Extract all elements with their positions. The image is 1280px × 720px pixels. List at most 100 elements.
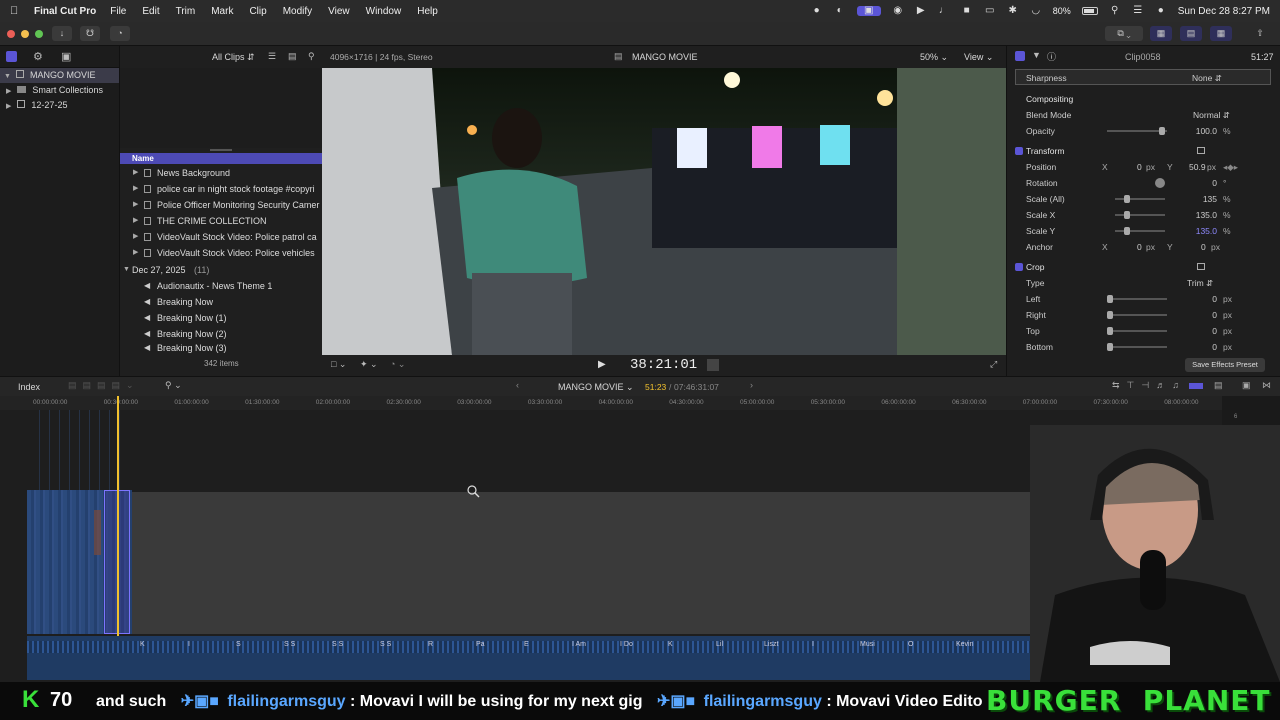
view-dropdown[interactable]: View ⌄ bbox=[964, 52, 993, 63]
scale-x-knob[interactable] bbox=[1124, 211, 1130, 219]
show-browser-button[interactable]: ▦ bbox=[1150, 26, 1172, 41]
timeline-tools-icons[interactable]: ⇆⊤⊣♬♫ bbox=[1112, 380, 1186, 391]
battery-icon[interactable] bbox=[1081, 7, 1098, 15]
libraries-icon[interactable] bbox=[6, 51, 17, 62]
blend-mode-dropdown[interactable]: Normal ⇵ bbox=[1193, 107, 1230, 123]
scale-y-value[interactable]: 135.0 bbox=[1196, 223, 1217, 239]
crop-checkbox[interactable] bbox=[1015, 263, 1023, 271]
menu-modify[interactable]: Modify bbox=[283, 6, 312, 17]
project-dropdown[interactable]: MANGO MOVIE ⌄ bbox=[558, 382, 634, 393]
display-icon[interactable]: ▭ bbox=[984, 6, 996, 16]
apple-menu-icon[interactable]:  bbox=[10, 5, 24, 17]
index-button[interactable]: Index bbox=[18, 382, 40, 392]
video-icon[interactable]: ■ bbox=[961, 6, 973, 16]
scale-x-value[interactable]: 135.0 bbox=[1196, 207, 1217, 223]
speed-tool-icon[interactable]: ◔ ⌄ bbox=[390, 359, 405, 370]
transform-tool-icon[interactable]: □ ⌄ bbox=[331, 359, 346, 370]
scale-x-slider[interactable] bbox=[1115, 214, 1165, 216]
sidebar-item-mango-movie[interactable]: ▼ MANGO MOVIE bbox=[0, 68, 119, 83]
scale-all-knob[interactable] bbox=[1124, 195, 1130, 203]
anchor-y-value[interactable]: 0 bbox=[1201, 239, 1206, 255]
zoom-dropdown[interactable]: 50% ⌄ bbox=[920, 52, 948, 63]
menu-help[interactable]: Help bbox=[417, 6, 438, 17]
keywords-button[interactable]: ☋ bbox=[80, 26, 100, 41]
crop-right-slider[interactable] bbox=[1107, 314, 1167, 316]
disclosure-closed-icon[interactable]: ▶ bbox=[133, 213, 138, 229]
save-effects-preset-button[interactable]: Save Effects Preset bbox=[1185, 358, 1265, 372]
list-item[interactable]: ◀ Audionautix - News Theme 1 bbox=[120, 278, 323, 294]
filter-inspector-icon[interactable]: ▼ bbox=[1032, 50, 1041, 60]
list-item[interactable]: ◀ Breaking Now (3) bbox=[120, 342, 323, 354]
scale-all-value[interactable]: 135 bbox=[1203, 191, 1217, 207]
volume-icon[interactable]: ♩ bbox=[938, 6, 950, 16]
disclosure-closed-icon[interactable]: ▶ bbox=[6, 88, 11, 95]
info-inspector-icon[interactable]: ⓘ bbox=[1047, 50, 1056, 63]
rotation-value[interactable]: 0 bbox=[1212, 175, 1217, 191]
crop-left-knob[interactable] bbox=[1107, 295, 1113, 303]
sidebar-item-event[interactable]: ▶ 12-27-25 bbox=[0, 98, 119, 113]
crop-bottom-knob[interactable] bbox=[1107, 343, 1113, 351]
anchor-x-value[interactable]: 0 bbox=[1137, 239, 1142, 255]
photos-audio-icon[interactable]: ⚙ bbox=[33, 50, 43, 63]
clip-appearance-icon[interactable]: ☰ bbox=[268, 51, 276, 62]
show-inspector-button[interactable]: ▦ bbox=[1210, 26, 1232, 41]
fullscreen-icon[interactable]: ⤢ bbox=[990, 359, 997, 370]
list-item[interactable]: ◀ Breaking Now (1) bbox=[120, 310, 323, 326]
compositing-section[interactable]: Compositing bbox=[1007, 91, 1280, 107]
sidebar-item-smart-collections[interactable]: ▶ Smart Collections bbox=[0, 83, 119, 98]
list-item[interactable]: ▶ News Background bbox=[120, 165, 323, 181]
bluetooth-icon[interactable]: ✱ bbox=[1007, 6, 1019, 16]
crop-left-slider[interactable] bbox=[1107, 298, 1167, 300]
crop-right-value[interactable]: 0 bbox=[1212, 307, 1217, 323]
effects-tool-icon[interactable]: ✦ ⌄ bbox=[360, 359, 378, 370]
background-tasks-button[interactable]: ◔ bbox=[110, 26, 130, 41]
zoom-tool-icon[interactable]: ⚲ ⌄ bbox=[165, 380, 182, 391]
list-item[interactable]: ◀ Breaking Now (2) bbox=[120, 326, 323, 342]
minimize-window-button[interactable] bbox=[21, 30, 29, 38]
sharpness-dropdown[interactable]: None ⇵ bbox=[1192, 70, 1222, 86]
status-sync-icon[interactable]: ◐ bbox=[834, 6, 846, 16]
crop-type-dropdown[interactable]: Trim ⇵ bbox=[1187, 275, 1213, 291]
menu-clip[interactable]: Clip bbox=[249, 6, 266, 17]
import-button[interactable]: ↓ bbox=[52, 26, 72, 41]
crop-left-value[interactable]: 0 bbox=[1212, 291, 1217, 307]
crop-top-knob[interactable] bbox=[1107, 327, 1113, 335]
history-back-icon[interactable]: ‹ bbox=[516, 380, 519, 390]
opacity-slider[interactable] bbox=[1107, 130, 1167, 132]
scale-y-slider[interactable] bbox=[1115, 230, 1165, 232]
crop-right-knob[interactable] bbox=[1107, 311, 1113, 319]
clip-appearance-button[interactable] bbox=[1189, 383, 1203, 389]
zoom-window-button[interactable] bbox=[35, 30, 43, 38]
menu-mark[interactable]: Mark bbox=[211, 6, 233, 17]
list-item[interactable]: ▶ THE CRIME COLLECTION bbox=[120, 213, 323, 229]
user-icon[interactable]: ● bbox=[1155, 6, 1167, 16]
crop-onscreen-icon[interactable] bbox=[1197, 263, 1205, 270]
menu-file[interactable]: File bbox=[110, 6, 126, 17]
list-item[interactable]: ▶ police car in night stock footage #cop… bbox=[120, 181, 323, 197]
keyframe-nav-icon[interactable]: ◂◆▸ bbox=[1223, 159, 1238, 175]
menu-window[interactable]: Window bbox=[366, 6, 402, 17]
scale-all-slider[interactable] bbox=[1115, 198, 1165, 200]
disclosure-closed-icon[interactable]: ▶ bbox=[133, 229, 138, 245]
list-item[interactable]: ▶ VideoVault Stock Video: Police patrol … bbox=[120, 229, 323, 245]
list-item[interactable]: ◀ Breaking Now bbox=[120, 294, 323, 310]
position-y-value[interactable]: 50.9 bbox=[1189, 159, 1206, 175]
name-column-header[interactable]: Name bbox=[120, 153, 323, 164]
clip-filter-dropdown[interactable]: All Clips ⇵ bbox=[212, 52, 255, 63]
menu-edit[interactable]: Edit bbox=[142, 6, 159, 17]
globe-icon[interactable]: ◉ bbox=[892, 6, 904, 16]
scale-y-knob[interactable] bbox=[1124, 227, 1130, 235]
transform-checkbox[interactable] bbox=[1015, 147, 1023, 155]
history-forward-icon[interactable]: › bbox=[750, 380, 753, 390]
menu-view[interactable]: View bbox=[328, 6, 350, 17]
opacity-slider-knob[interactable] bbox=[1159, 127, 1165, 135]
opacity-value[interactable]: 100.0 bbox=[1196, 123, 1217, 139]
search-icon[interactable]: ⚲ bbox=[308, 51, 315, 62]
titles-generators-icon[interactable]: ▣ bbox=[61, 50, 71, 63]
list-item[interactable]: ▶ VideoVault Stock Video: Police vehicle… bbox=[120, 245, 323, 261]
screen-record-icon[interactable]: ▣ bbox=[856, 6, 881, 16]
search-icon[interactable]: ⚲ bbox=[1109, 6, 1121, 16]
share-button[interactable]: ⧉ ⌄ bbox=[1105, 26, 1143, 41]
date-group-row[interactable]: ▼ Dec 27, 2025 (11) bbox=[120, 262, 323, 278]
play-icon[interactable]: ▶ bbox=[915, 6, 927, 16]
